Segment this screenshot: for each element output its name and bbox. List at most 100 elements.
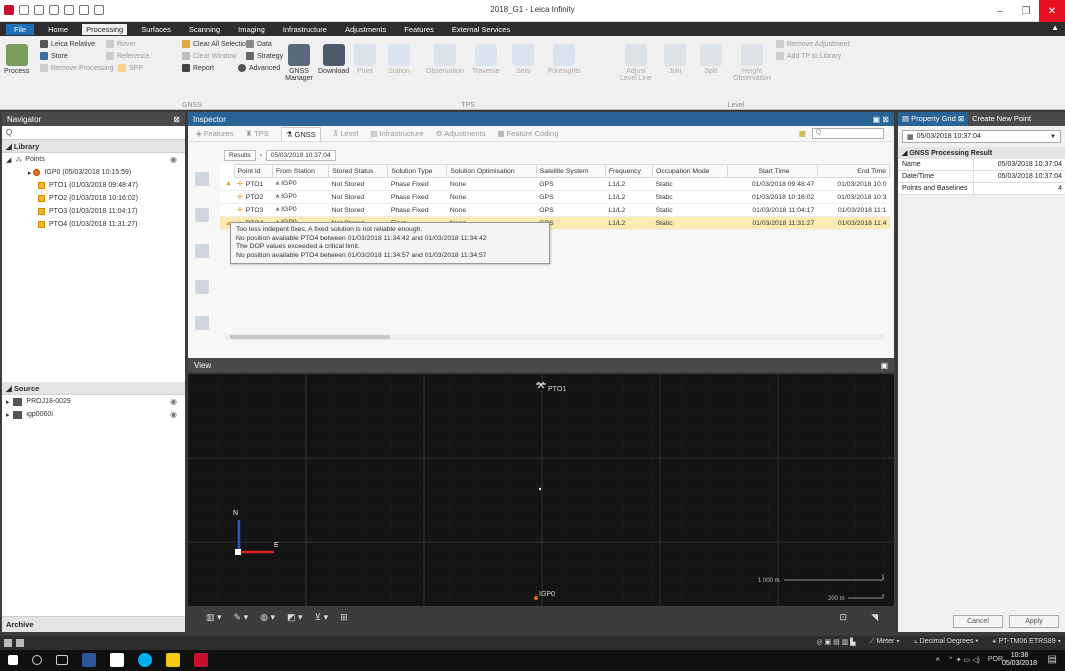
- restore-icon[interactable]: ❐: [1013, 0, 1039, 22]
- grid-icon[interactable]: ⊞: [340, 612, 348, 623]
- igp0-marker[interactable]: [534, 596, 538, 600]
- tab-external-services[interactable]: External Services: [448, 24, 514, 35]
- tab-home[interactable]: Home: [44, 24, 72, 35]
- pin-icon[interactable]: ⊠: [173, 115, 180, 124]
- layers-icon[interactable]: ▥ ▾: [206, 612, 222, 623]
- tree-item-points[interactable]: ◢ ⁂ Points ◉: [2, 153, 185, 166]
- column-start-time[interactable]: Start Time: [727, 164, 818, 178]
- scrollbar-thumb[interactable]: [230, 335, 390, 339]
- search-icon[interactable]: [32, 655, 42, 665]
- tab-tps[interactable]: ♜ TPS: [245, 129, 268, 138]
- layout-icon[interactable]: [4, 639, 12, 647]
- report-button[interactable]: Report: [182, 64, 214, 72]
- split-button[interactable]: Split: [700, 44, 722, 75]
- column-end-time[interactable]: End Time: [816, 164, 891, 178]
- tab-surfaces[interactable]: Surfaces: [137, 24, 175, 35]
- column-solution-type[interactable]: Solution Type: [387, 164, 448, 178]
- collapse-ribbon-icon[interactable]: ▲: [1051, 23, 1059, 32]
- column-point-id[interactable]: Point Id: [233, 164, 273, 178]
- view-settings-icon[interactable]: ⊡: [840, 612, 848, 623]
- select-icon[interactable]: ◍ ▾: [260, 612, 275, 623]
- clock[interactable]: 10:38 05/03/2018: [1002, 652, 1037, 668]
- table-row[interactable]: ✛ PTO2 ⩚ IGP0 Not Stored Phase Fixed None…: [220, 190, 890, 204]
- tab-file[interactable]: File: [6, 23, 35, 35]
- tab-adjustments[interactable]: ⚙ Adjustments: [436, 129, 486, 138]
- tab-infrastructure[interactable]: ▤ Infrastructure: [370, 129, 423, 138]
- tab-adjustments[interactable]: Adjustments: [341, 24, 390, 35]
- navigate-icon[interactable]: ◥: [871, 612, 878, 623]
- data-button[interactable]: Data: [246, 40, 272, 48]
- table-row[interactable]: ✛ PTO3 ⩚ IGP0 Not Stored Phase Fixed None…: [220, 203, 890, 217]
- remove-adjustment-button[interactable]: Remove Adjustment: [776, 40, 850, 48]
- people-icon[interactable]: ⍲: [936, 656, 940, 664]
- gnss-manager-button[interactable]: GNSS Manager: [284, 44, 314, 82]
- rover-button[interactable]: Rover: [106, 40, 136, 48]
- task-view-icon[interactable]: [56, 655, 68, 665]
- tree-item-point[interactable]: PTO2 (01/03/2018 10:16:02): [2, 192, 185, 205]
- cancel-button[interactable]: Cancel: [953, 615, 1003, 628]
- result-selector[interactable]: ▦ 05/03/2018 10:37:04 ▼: [902, 130, 1061, 143]
- tab-feature-coding[interactable]: ▦ Feature Coding: [497, 129, 558, 138]
- windows-start-icon[interactable]: [8, 655, 18, 665]
- point-button[interactable]: Point: [354, 44, 376, 75]
- word-icon[interactable]: [82, 653, 96, 667]
- tree-item-point[interactable]: PTO4 (01/03/2018 11:31:27): [2, 218, 185, 231]
- file-explorer-icon[interactable]: [166, 653, 180, 667]
- observation-button[interactable]: Observation: [426, 44, 464, 75]
- tab-gnss[interactable]: ⚗ GNSS: [280, 126, 321, 141]
- maximize-icon[interactable]: ▣: [880, 361, 888, 370]
- visibility-icon[interactable]: ◉: [170, 397, 177, 406]
- grid-view-icon[interactable]: ▦: [799, 129, 806, 138]
- tab-property-grid[interactable]: ▤ Property Grid ⊠: [898, 112, 969, 126]
- status-tools-icon[interactable]: ◎ ▣ ▤ ▥ ▙: [816, 638, 855, 646]
- reference-button[interactable]: Reference: [106, 52, 149, 60]
- foresights-button[interactable]: Foresights: [548, 44, 581, 75]
- height-observation-button[interactable]: Height Observation: [730, 44, 774, 82]
- tree-item-source[interactable]: ▸ PROJ18-0029 ◉: [2, 395, 185, 408]
- background-map-icon[interactable]: ◩ ▾: [287, 612, 303, 623]
- add-tp-to-library-button[interactable]: Add TP to Library: [776, 52, 841, 60]
- tab-imaging[interactable]: Imaging: [234, 24, 269, 35]
- minimize-icon[interactable]: –: [987, 0, 1013, 22]
- tab-infrastructure[interactable]: Infrastructure: [279, 24, 331, 35]
- table-row[interactable]: ▲ ✛ PTO1 ⩚ IGP0 Not Stored Phase Fixed No…: [220, 177, 890, 191]
- horizontal-scrollbar[interactable]: [224, 334, 884, 340]
- navigator-search-input[interactable]: Q: [2, 126, 185, 140]
- processing-icon[interactable]: [195, 244, 209, 258]
- apply-button[interactable]: Apply: [1009, 615, 1059, 628]
- advanced-dropdown[interactable]: Advanced: [238, 64, 280, 72]
- spp-button[interactable]: SPP: [118, 64, 143, 72]
- language-indicator[interactable]: POR: [988, 656, 1003, 664]
- inspector-search-input[interactable]: Q: [812, 128, 884, 139]
- tree-item-point[interactable]: PTO3 (01/03/2018 11:04:17): [2, 205, 185, 218]
- report-icon[interactable]: [195, 280, 209, 294]
- tab-features[interactable]: ◈ Features: [196, 129, 233, 138]
- library-section[interactable]: ◢ Library: [2, 140, 185, 153]
- visibility-icon[interactable]: ◉: [170, 155, 177, 164]
- source-header[interactable]: ◢ Source: [2, 382, 185, 395]
- download-button[interactable]: Download: [318, 44, 349, 75]
- adjust-level-line-button[interactable]: Adjust Level Line: [620, 44, 652, 82]
- clear-window-button[interactable]: Clear Window: [182, 52, 237, 60]
- sets-button[interactable]: Sets: [512, 44, 534, 75]
- tab-level[interactable]: ⊼ Level: [333, 129, 359, 138]
- column-solution-optimisation[interactable]: Solution Optimisation: [446, 164, 537, 178]
- column-stored-status[interactable]: Stored Status: [328, 164, 389, 178]
- archive-section[interactable]: Archive: [2, 616, 185, 632]
- strategy-button[interactable]: Strategy: [246, 52, 283, 60]
- tree-item-source[interactable]: ▸ igp0060i ◉: [2, 408, 185, 421]
- tab-create-new-point[interactable]: Create New Point: [968, 112, 1035, 126]
- visibility-icon[interactable]: ◉: [170, 410, 177, 419]
- network-icon[interactable]: ⌃ ✦ ▭ ◁): [948, 656, 980, 664]
- angle-selector[interactable]: ⦣ Decimal Degrees ▾: [914, 638, 979, 646]
- close-icon[interactable]: ✕: [1039, 0, 1065, 22]
- station-button[interactable]: Station: [388, 44, 410, 75]
- breadcrumb-results[interactable]: Results: [224, 150, 256, 161]
- map-canvas[interactable]: PTO1 IGP0 N E 1 000 m 200 m: [188, 374, 894, 606]
- tree-item-point[interactable]: ▸ IGP0 (05/03/2018 10:15:59): [2, 166, 185, 179]
- process-button[interactable]: Process: [4, 44, 29, 75]
- leica-infinity-icon[interactable]: [194, 653, 208, 667]
- property-section[interactable]: ◢ GNSS Processing Result: [898, 147, 1065, 159]
- notifications-icon[interactable]: ▤: [1048, 654, 1057, 665]
- tree-item-point[interactable]: PTO1 (01/03/2018 09:48:47): [2, 179, 185, 192]
